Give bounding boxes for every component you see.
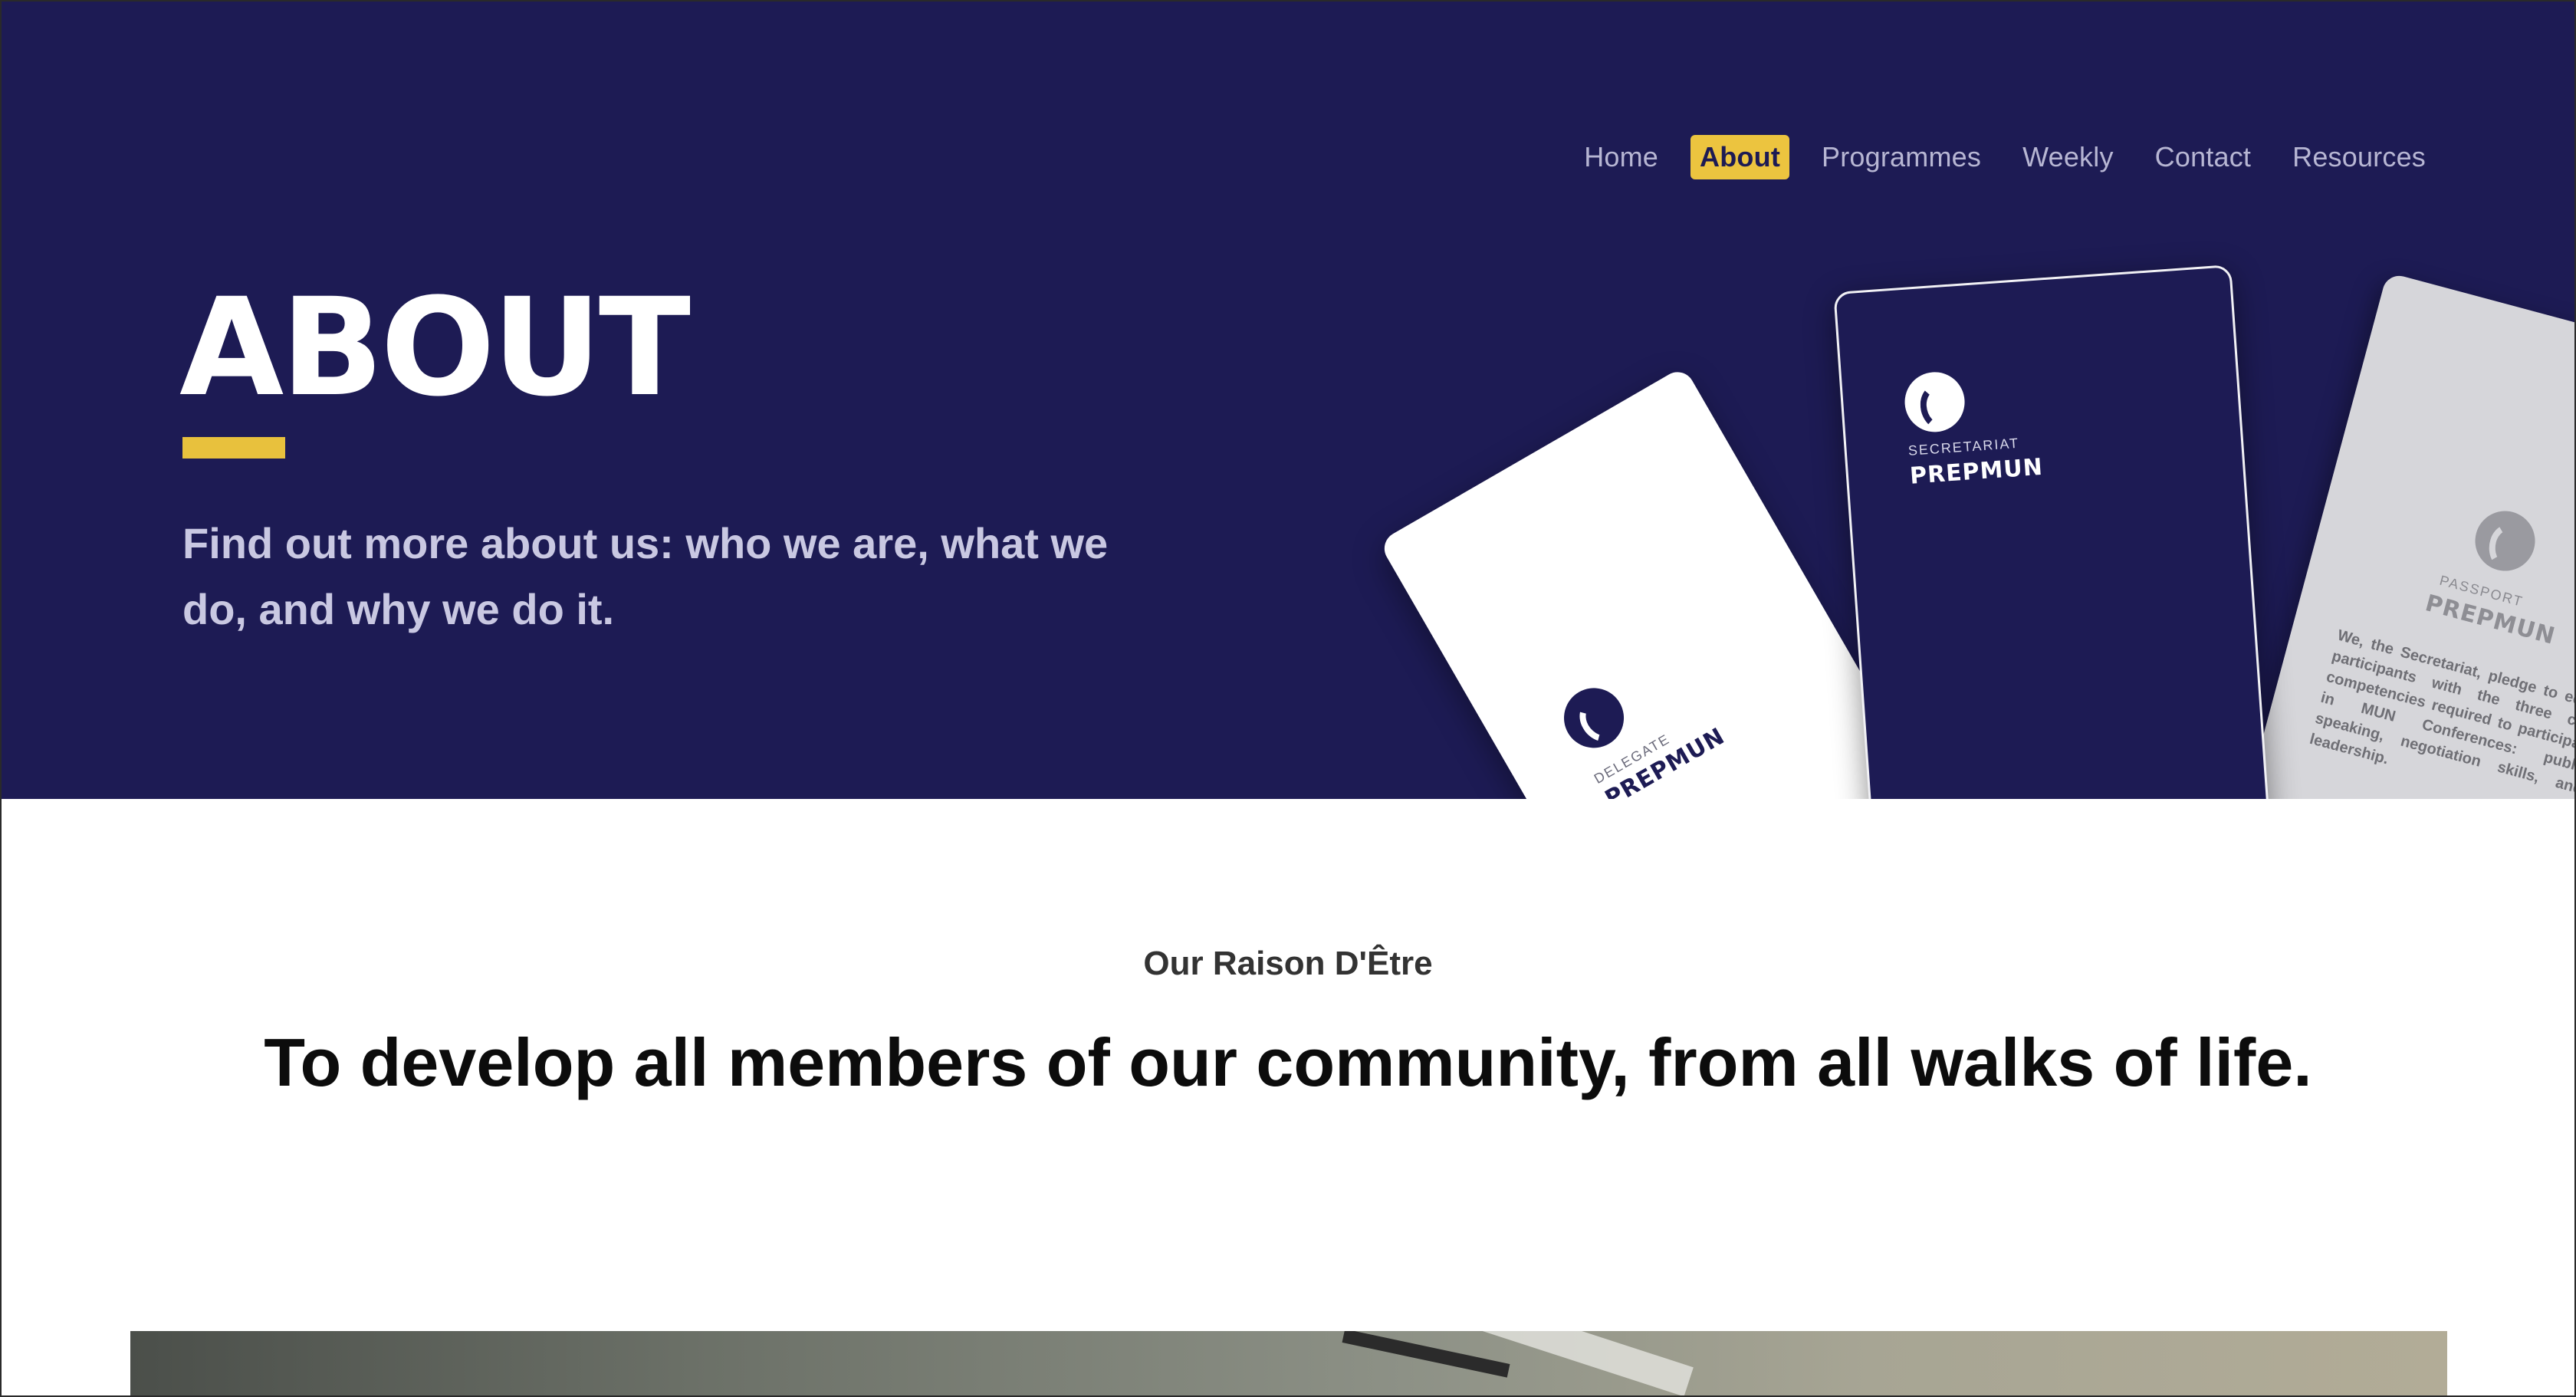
dove-logo-icon <box>1902 370 1967 434</box>
nav-about[interactable]: About <box>1691 135 1790 179</box>
hero-section: Home About Programmes Weekly Contact Res… <box>2 2 2574 799</box>
team-photo <box>130 1331 2447 1397</box>
hero-subtitle: Find out more about us: who we are, what… <box>182 519 1109 633</box>
secretariat-booklet: SECRETARIAT PREPMUN <box>1833 264 2279 799</box>
dove-logo-icon <box>1552 677 1635 759</box>
nav-weekly[interactable]: Weekly <box>2013 135 2123 179</box>
section-headline: To develop all members of our community,… <box>264 1024 2312 1100</box>
nav-programmes[interactable]: Programmes <box>1812 135 1990 179</box>
section-kicker: Our Raison D'Être <box>1143 945 1433 982</box>
dove-logo-icon <box>2468 504 2542 578</box>
booklet-brand: PREPMUN <box>1909 453 2044 490</box>
page-title: ABOUT <box>179 269 691 426</box>
nav-contact[interactable]: Contact <box>2146 135 2260 179</box>
nav-home[interactable]: Home <box>1575 135 1668 179</box>
nav-resources[interactable]: Resources <box>2283 135 2435 179</box>
main-nav: Home About Programmes Weekly Contact Res… <box>1575 135 2435 179</box>
title-underline <box>182 437 285 459</box>
booklet-pledge-text: We, the Secretariat, pledge to equip par… <box>2308 626 2574 798</box>
booklet-type-label: SECRETARIAT <box>1907 435 2020 459</box>
passport-booklet: PASSPORT PREPMUN We, the Secretariat, pl… <box>2213 271 2574 799</box>
